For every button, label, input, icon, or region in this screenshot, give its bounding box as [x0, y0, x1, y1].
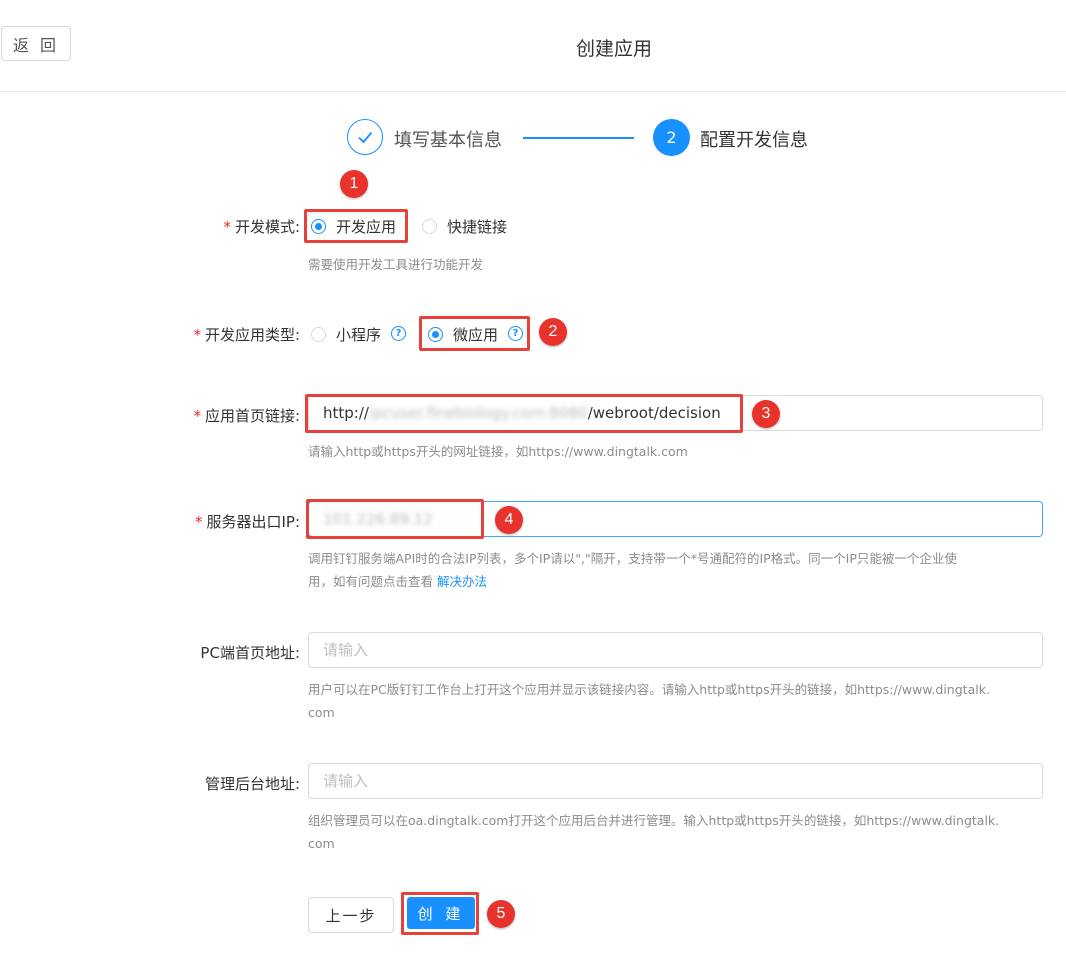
pc-url-label: PC端首页地址: [200, 644, 300, 662]
step-connector [523, 137, 634, 139]
step-1-label: 填写基本信息 [394, 130, 502, 151]
home-url-help: 请输入http或https开头的网址链接，如https://www.dingta… [308, 444, 688, 459]
home-url-label: * 应用首页链接: [193, 407, 300, 425]
dev-mode-option-shortcut[interactable]: 快捷链接 [447, 216, 507, 237]
pc-url-input[interactable]: 请输入 [308, 632, 1043, 668]
server-ip-help: 调用钉钉服务端API时的合法IP列表，多个IP请以","隔开，支持带一个*号通配… [308, 551, 957, 589]
annotation-box-1 [304, 209, 408, 243]
annotation-badge-4: 4 [495, 506, 523, 534]
annotation-badge-2: 2 [539, 318, 567, 346]
annotation-box-3 [305, 394, 743, 433]
annotation-badge-5: 5 [487, 900, 515, 928]
page-title: 创建应用 [575, 38, 652, 60]
admin-url-input[interactable]: 请输入 [308, 763, 1043, 799]
dev-mode-label: * 开发模式: [223, 218, 300, 236]
solution-link[interactable]: 解决办法 [437, 574, 487, 589]
pc-url-help: 用户可以在PC版钉钉工作台上打开这个应用并显示该链接内容。请输入http或htt… [308, 682, 990, 720]
annotation-badge-1: 1 [340, 170, 368, 198]
app-type-option-miniprogram[interactable]: 小程序 [336, 324, 381, 345]
server-ip-label: * 服务器出口IP: [194, 513, 300, 531]
prev-step-button[interactable]: 上一步 [308, 897, 394, 933]
admin-url-help: 组织管理员可以在oa.dingtalk.com打开这个应用后台并进行管理。输入h… [308, 813, 1000, 851]
annotation-badge-3: 3 [752, 400, 780, 428]
app-type-radio-miniprogram[interactable] [311, 327, 326, 342]
dev-mode-radio-shortcut[interactable] [422, 219, 437, 234]
step-2-number: 2 [653, 119, 690, 156]
dev-mode-help: 需要使用开发工具进行功能开发 [308, 257, 484, 272]
annotation-box-2 [419, 316, 530, 351]
annotation-box-5 [401, 892, 479, 935]
admin-url-label: 管理后台地址: [204, 775, 300, 793]
step-1-check-icon [347, 119, 383, 155]
step-2-label: 配置开发信息 [700, 130, 808, 151]
app-type-label: * 开发应用类型: [193, 326, 300, 344]
annotation-box-4 [306, 499, 484, 539]
miniprogram-help-icon[interactable]: ? [391, 326, 406, 341]
